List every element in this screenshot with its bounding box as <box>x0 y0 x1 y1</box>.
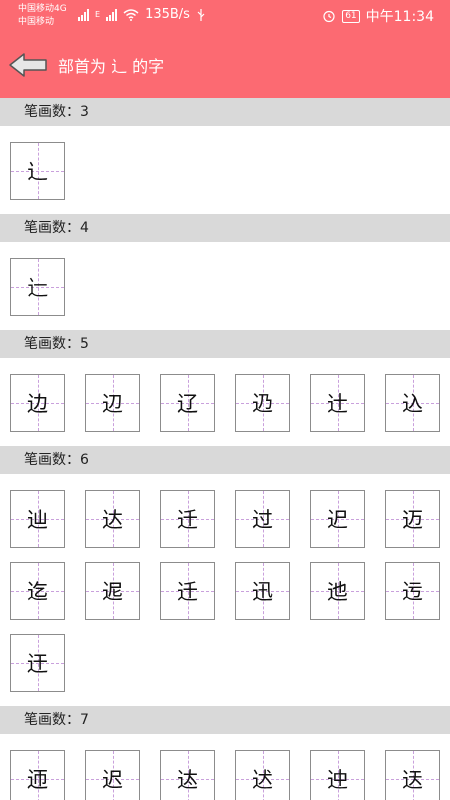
char-tile[interactable]: 辿 <box>10 490 65 548</box>
char-glyph: 辺 <box>102 392 123 416</box>
char-glyph: 迁 <box>177 580 198 604</box>
char-glyph: 迟 <box>102 768 123 792</box>
char-glyph: 迈 <box>402 508 423 532</box>
char-tile[interactable]: 迈 <box>385 490 440 548</box>
char-tile[interactable]: 迆 <box>310 562 365 620</box>
char-glyph: 迡 <box>102 580 123 604</box>
char-glyph: 辷 <box>27 276 48 300</box>
stroke-count-header: 笔画数：7 <box>0 706 450 734</box>
system-status: 61 中午11:34 <box>322 6 434 26</box>
char-tile[interactable]: 达 <box>85 490 140 548</box>
char-glyph: 迚 <box>327 768 348 792</box>
arrow-left-icon <box>9 53 47 77</box>
network-status: E 135B/s <box>78 7 206 22</box>
carrier-secondary: 中国移动 <box>18 17 55 27</box>
char-glyph: 达 <box>102 508 123 532</box>
char-tile[interactable]: 辻 <box>310 374 365 432</box>
stroke-count-header: 笔画数：4 <box>0 214 450 242</box>
char-tile[interactable]: 过 <box>235 490 290 548</box>
char-tile[interactable]: 边 <box>10 374 65 432</box>
char-glyph: 迉 <box>327 508 348 532</box>
app-bar: 部首为 辶 的字 <box>0 32 450 98</box>
network-speed: 135B/s <box>145 7 190 22</box>
char-glyph: 迗 <box>402 768 423 792</box>
char-grid: 迊迟迏迖迚迗 <box>0 734 450 800</box>
char-tile[interactable]: 迁 <box>160 562 215 620</box>
char-tile[interactable]: 辸 <box>235 374 290 432</box>
wifi-icon <box>123 8 139 21</box>
char-glyph: 边 <box>27 392 48 416</box>
char-grid: 辿达迁过迉迈迄迡迁迅迆迃迀 <box>0 474 450 706</box>
char-tile[interactable]: 辷 <box>10 258 65 316</box>
signal-icon <box>78 8 89 21</box>
stroke-count-header: 笔画数：3 <box>0 98 450 126</box>
char-glyph: 迀 <box>27 652 48 676</box>
stroke-count-header: 笔画数：6 <box>0 446 450 474</box>
carrier-primary: 中国移动4G <box>18 4 67 14</box>
char-tile[interactable]: 迁 <box>160 490 215 548</box>
char-grid: 边辺辽辸辻込 <box>0 358 450 446</box>
char-glyph: 込 <box>402 392 423 416</box>
char-tile[interactable]: 迃 <box>385 562 440 620</box>
char-tile[interactable]: 辽 <box>160 374 215 432</box>
char-tile[interactable]: 込 <box>385 374 440 432</box>
carrier-info: 中国移动4G 中国移动 <box>18 3 67 29</box>
network-type: E <box>95 10 101 19</box>
char-tile[interactable]: 迏 <box>160 750 215 800</box>
char-glyph: 迃 <box>402 580 423 604</box>
char-tile[interactable]: 迅 <box>235 562 290 620</box>
char-glyph: 迅 <box>252 580 273 604</box>
status-bar: 中国移动4G 中国移动 E 135B/s 61 中午11:34 <box>0 0 450 32</box>
alarm-icon <box>323 10 335 23</box>
char-glyph: 辶 <box>27 160 48 184</box>
back-button[interactable] <box>0 32 56 98</box>
char-tile[interactable]: 迟 <box>85 750 140 800</box>
char-glyph: 辸 <box>252 392 273 416</box>
clock: 中午11:34 <box>365 9 434 25</box>
char-glyph: 迖 <box>252 768 273 792</box>
app-root: 中国移动4G 中国移动 E 135B/s 61 中午11:34 部首为 辶 的字… <box>0 0 450 800</box>
char-glyph: 辽 <box>177 392 198 416</box>
char-grid: 辶 <box>0 126 450 214</box>
battery-icon: 61 <box>342 9 360 23</box>
char-tile[interactable]: 迡 <box>85 562 140 620</box>
radical-char-list: 笔画数：3 辶笔画数：4 辷笔画数：5 边辺辽辸辻込笔画数：6 辿达迁过迉迈迄迡迁迅迆迃… <box>0 98 450 800</box>
char-tile[interactable]: 迖 <box>235 750 290 800</box>
char-tile[interactable]: 迚 <box>310 750 365 800</box>
char-glyph: 辻 <box>327 392 348 416</box>
char-glyph: 迊 <box>27 768 48 792</box>
char-tile[interactable]: 迀 <box>10 634 65 692</box>
page-title: 部首为 辶 的字 <box>58 57 165 76</box>
char-glyph: 迁 <box>177 508 198 532</box>
signal-icon-2 <box>106 8 118 21</box>
char-glyph: 过 <box>252 508 273 532</box>
char-tile[interactable]: 迄 <box>10 562 65 620</box>
stroke-count-header: 笔画数：5 <box>0 330 450 358</box>
char-glyph: 迆 <box>327 580 348 604</box>
char-tile[interactable]: 辶 <box>10 142 65 200</box>
char-grid: 辷 <box>0 242 450 330</box>
char-glyph: 迏 <box>177 768 198 792</box>
char-tile[interactable]: 迗 <box>385 750 440 800</box>
char-tile[interactable]: 迉 <box>310 490 365 548</box>
char-glyph: 辿 <box>27 508 48 532</box>
usb-icon <box>197 8 205 21</box>
char-tile[interactable]: 迊 <box>10 750 65 800</box>
char-glyph: 迄 <box>27 580 48 604</box>
char-tile[interactable]: 辺 <box>85 374 140 432</box>
